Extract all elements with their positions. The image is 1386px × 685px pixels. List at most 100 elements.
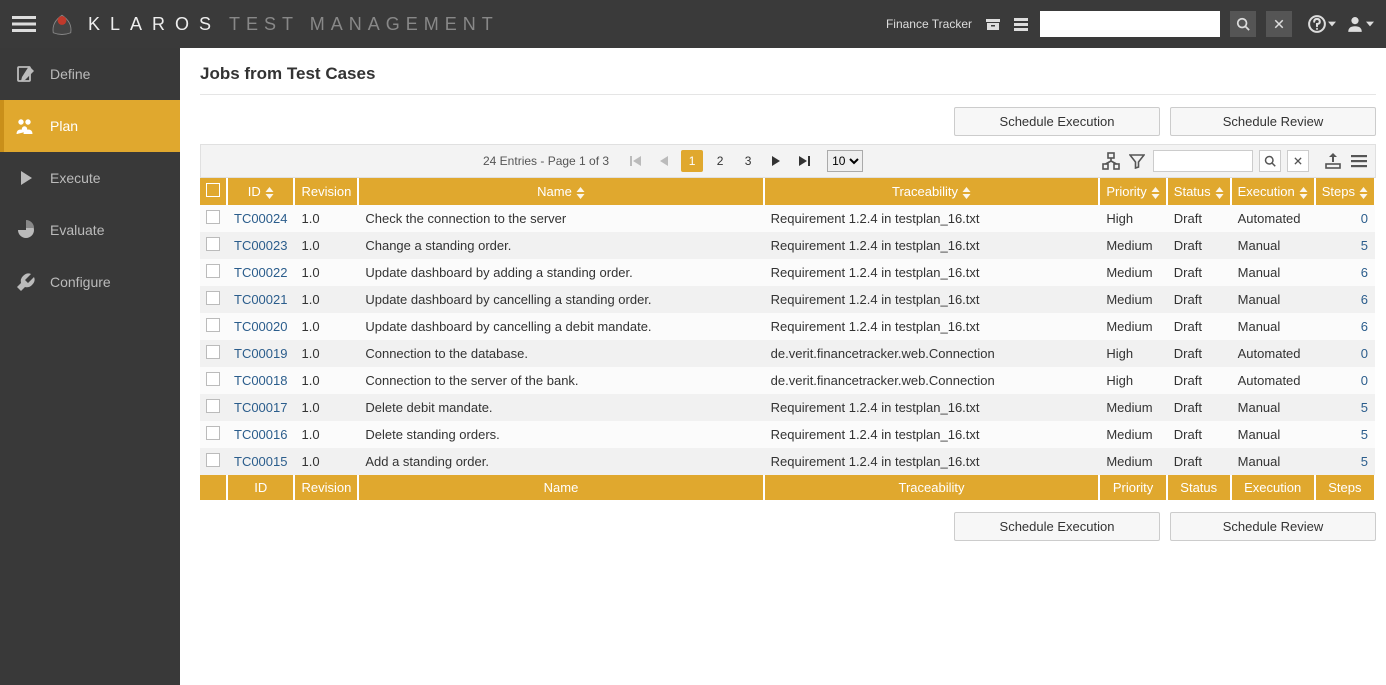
list-view-icon[interactable]: [1012, 15, 1030, 33]
sidebar-item-execute[interactable]: Execute: [0, 152, 180, 204]
row-checkbox[interactable]: [206, 264, 220, 278]
steps-link[interactable]: 5: [1361, 427, 1368, 442]
steps-link[interactable]: 5: [1361, 454, 1368, 469]
id-link[interactable]: TC00023: [234, 238, 287, 253]
col-priority[interactable]: Priority: [1099, 178, 1166, 205]
steps-link[interactable]: 6: [1361, 319, 1368, 334]
export-icon[interactable]: [1323, 151, 1343, 171]
steps-link[interactable]: 6: [1361, 265, 1368, 280]
header-row: ID Revision Name Traceability Priority S…: [200, 178, 1375, 205]
row-checkbox[interactable]: [206, 399, 220, 413]
steps-link[interactable]: 0: [1361, 211, 1368, 226]
name-cell: Connection to the server of the bank.: [358, 367, 763, 394]
steps-link[interactable]: 6: [1361, 292, 1368, 307]
table-row: TC000151.0Add a standing order.Requireme…: [200, 448, 1375, 475]
prev-page-icon[interactable]: [653, 150, 675, 172]
schedule-execution-button[interactable]: Schedule Execution: [954, 512, 1160, 541]
menu-toggle-icon[interactable]: [12, 12, 36, 36]
table-row: TC000241.0Check the connection to the se…: [200, 205, 1375, 232]
id-link[interactable]: TC00020: [234, 319, 287, 334]
id-link[interactable]: TC00024: [234, 211, 287, 226]
first-page-icon[interactable]: [625, 150, 647, 172]
archive-icon[interactable]: [984, 15, 1002, 33]
name-cell: Update dashboard by cancelling a standin…: [358, 286, 763, 313]
status-cell: Draft: [1167, 259, 1231, 286]
col-id[interactable]: ID: [227, 178, 294, 205]
page-2[interactable]: 2: [709, 150, 731, 172]
page-1[interactable]: 1: [681, 150, 703, 172]
execution-cell: Manual: [1231, 448, 1315, 475]
status-cell: Draft: [1167, 421, 1231, 448]
row-checkbox[interactable]: [206, 426, 220, 440]
sidebar-item-label: Plan: [50, 118, 78, 134]
sidebar-item-plan[interactable]: Plan: [0, 100, 180, 152]
page-3[interactable]: 3: [737, 150, 759, 172]
steps-link[interactable]: 5: [1361, 400, 1368, 415]
name-cell: Update dashboard by adding a standing or…: [358, 259, 763, 286]
id-link[interactable]: TC00018: [234, 373, 287, 388]
col-revision[interactable]: Revision: [294, 178, 358, 205]
id-link[interactable]: TC00021: [234, 292, 287, 307]
col-traceability[interactable]: Traceability: [764, 178, 1100, 205]
table-row: TC000161.0Delete standing orders.Require…: [200, 421, 1375, 448]
sidebar-item-label: Evaluate: [50, 222, 104, 238]
row-checkbox[interactable]: [206, 372, 220, 386]
col-name-footer: Name: [358, 475, 763, 500]
row-checkbox[interactable]: [206, 345, 220, 359]
steps-link[interactable]: 5: [1361, 238, 1368, 253]
id-link[interactable]: TC00016: [234, 427, 287, 442]
row-checkbox[interactable]: [206, 237, 220, 251]
table-toolbar: 24 Entries - Page 1 of 3 1 2 3 10: [200, 144, 1376, 178]
steps-link[interactable]: 0: [1361, 373, 1368, 388]
action-buttons-bottom: Schedule Execution Schedule Review: [200, 512, 1376, 541]
sidebar-item-define[interactable]: Define: [0, 48, 180, 100]
global-search-button[interactable]: [1230, 11, 1256, 37]
sort-icon: [576, 187, 585, 199]
id-link[interactable]: TC00022: [234, 265, 287, 280]
name-cell: Delete standing orders.: [358, 421, 763, 448]
steps-link[interactable]: 0: [1361, 346, 1368, 361]
traceability-cell: Requirement 1.2.4 in testplan_16.txt: [764, 259, 1100, 286]
global-search-input[interactable]: [1040, 11, 1220, 37]
status-cell: Draft: [1167, 205, 1231, 232]
col-name[interactable]: Name: [358, 178, 763, 205]
col-steps[interactable]: Steps: [1315, 178, 1375, 205]
table-search-input[interactable]: [1153, 150, 1253, 172]
id-link[interactable]: TC00017: [234, 400, 287, 415]
global-search-clear-button[interactable]: [1266, 11, 1292, 37]
priority-cell: High: [1099, 367, 1166, 394]
col-execution[interactable]: Execution: [1231, 178, 1315, 205]
revision-cell: 1.0: [294, 232, 358, 259]
last-page-icon[interactable]: [793, 150, 815, 172]
traceability-cell: de.verit.financetracker.web.Connection: [764, 367, 1100, 394]
sidebar-item-evaluate[interactable]: Evaluate: [0, 204, 180, 256]
user-menu[interactable]: [1346, 15, 1374, 33]
row-checkbox[interactable]: [206, 318, 220, 332]
id-link[interactable]: TC00019: [234, 346, 287, 361]
action-buttons-top: Schedule Execution Schedule Review: [200, 107, 1376, 136]
revision-cell: 1.0: [294, 448, 358, 475]
table-search-button[interactable]: [1259, 150, 1281, 172]
traceability-cell: Requirement 1.2.4 in testplan_16.txt: [764, 313, 1100, 340]
row-checkbox[interactable]: [206, 291, 220, 305]
col-steps-footer: Steps: [1315, 475, 1375, 500]
row-checkbox[interactable]: [206, 210, 220, 224]
sort-icon: [265, 187, 274, 199]
table-search-clear-button[interactable]: [1287, 150, 1309, 172]
schedule-review-button[interactable]: Schedule Review: [1170, 107, 1376, 136]
col-status-footer: Status: [1167, 475, 1231, 500]
help-menu[interactable]: [1308, 15, 1336, 33]
table-menu-icon[interactable]: [1349, 151, 1369, 171]
next-page-icon[interactable]: [765, 150, 787, 172]
schedule-review-button[interactable]: Schedule Review: [1170, 512, 1376, 541]
sidebar-item-configure[interactable]: Configure: [0, 256, 180, 308]
row-checkbox[interactable]: [206, 453, 220, 467]
sidebar-item-label: Configure: [50, 274, 111, 290]
schedule-execution-button[interactable]: Schedule Execution: [954, 107, 1160, 136]
filter-icon[interactable]: [1127, 151, 1147, 171]
col-status[interactable]: Status: [1167, 178, 1231, 205]
id-link[interactable]: TC00015: [234, 454, 287, 469]
page-size-select[interactable]: 10: [827, 150, 863, 172]
hierarchy-icon[interactable]: [1101, 151, 1121, 171]
select-all-checkbox[interactable]: [206, 183, 220, 197]
